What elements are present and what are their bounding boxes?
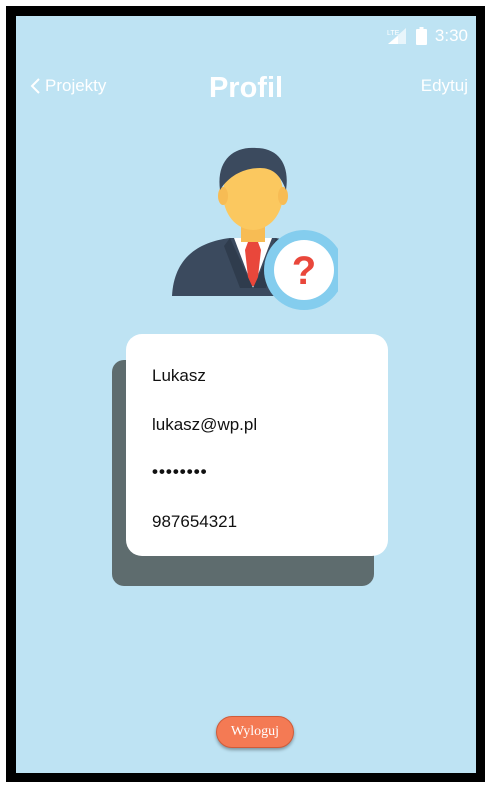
user-question-icon: ? [172, 147, 338, 310]
logout-button[interactable]: Wyloguj [216, 716, 294, 748]
profile-phone: 987654321 [152, 512, 238, 531]
app-screen: LTE 3:30 Projekty Profil Edytuj ? Lukasz… [16, 16, 476, 773]
signal-icon: LTE [386, 27, 408, 45]
profile-name: Lukasz [152, 366, 206, 385]
avatar: ? [168, 138, 338, 314]
svg-text:LTE: LTE [387, 30, 400, 37]
device-frame: LTE 3:30 Projekty Profil Edytuj ? Lukasz… [6, 6, 485, 782]
status-icons: LTE 3:30 [386, 26, 468, 46]
edit-button[interactable]: Edytuj [421, 76, 468, 96]
profile-card: Lukasz lukasz@wp.pl •••••••• 987654321 [126, 334, 388, 556]
profile-email: lukasz@wp.pl [152, 415, 258, 434]
status-bar: LTE 3:30 [16, 16, 476, 54]
nav-bar: Projekty Profil Edytuj [16, 68, 476, 108]
status-time: 3:30 [434, 26, 468, 45]
page-title: Profil [208, 72, 284, 104]
battery-icon [415, 27, 427, 45]
profile-password: •••••••• [152, 462, 208, 481]
badge-question-mark: ? [292, 249, 316, 293]
